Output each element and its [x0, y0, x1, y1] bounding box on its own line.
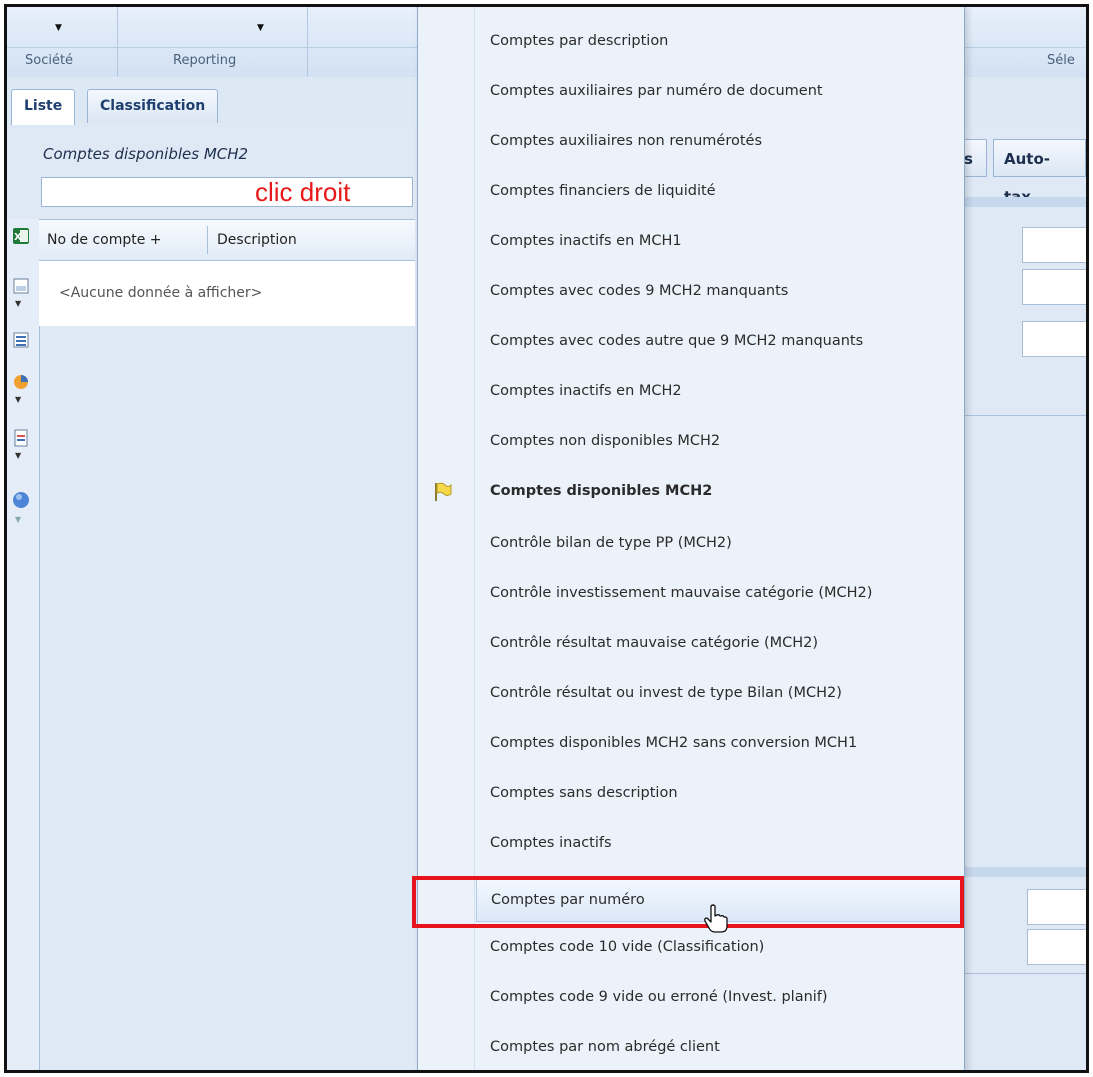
excel-icon[interactable]: X — [12, 227, 30, 245]
menu-item[interactable]: Comptes non disponibles MCH2 — [476, 421, 962, 461]
right-field-1[interactable] — [1022, 227, 1086, 263]
column-header-description[interactable]: Description — [217, 232, 297, 248]
menu-item[interactable]: Contrôle bilan de type PP (MCH2) — [476, 523, 962, 563]
right-field-3[interactable] — [1022, 321, 1086, 357]
tab-classification[interactable]: Classification — [87, 89, 219, 123]
grid-body: <Aucune donnée à afficher> — [39, 261, 415, 326]
right-field-4[interactable] — [1027, 889, 1086, 925]
menu-item[interactable]: Contrôle résultat ou invest de type Bila… — [476, 673, 962, 713]
menu-item[interactable]: Comptes avec codes autre que 9 MCH2 manq… — [476, 321, 962, 361]
ribbon-label-selection[interactable]: Séle — [1047, 53, 1075, 68]
column-header-account-number[interactable]: No de compte + — [47, 232, 162, 248]
app-window: ▼ Société ▼ Reporting Séle Liste Classif… — [4, 4, 1089, 1073]
menu-item[interactable]: Comptes sans description — [476, 773, 962, 813]
column-separator[interactable] — [207, 226, 208, 254]
dropdown-arrow-icon[interactable]: ▼ — [55, 23, 62, 33]
menu-item[interactable]: Comptes inactifs en MCH1 — [476, 221, 962, 261]
menu-item[interactable]: Contrôle résultat mauvaise catégorie (MC… — [476, 623, 962, 663]
globe-icon[interactable] — [12, 491, 30, 509]
dropdown-arrow-icon[interactable]: ▼ — [15, 451, 21, 460]
section-bar — [963, 867, 1086, 877]
section-bar — [963, 197, 1086, 207]
menu-item[interactable]: Comptes par nom abrégé client — [476, 1027, 962, 1067]
menu-item[interactable]: Comptes auxiliaires non renumérotés — [476, 121, 962, 161]
grid-header: No de compte + Description — [39, 219, 415, 261]
menu-item[interactable]: Comptes par description — [476, 21, 962, 61]
section-divider — [963, 973, 1086, 974]
menu-item[interactable]: Comptes code 9 vide ou erroné (Invest. p… — [476, 977, 962, 1017]
dropdown-arrow-icon[interactable]: ▼ — [15, 395, 21, 404]
right-field-2[interactable] — [1022, 269, 1086, 305]
menu-item[interactable]: Comptes financiers de liquidité — [476, 171, 962, 211]
empty-message: <Aucune donnée à afficher> — [59, 285, 263, 301]
menu-item[interactable]: Comptes avec codes 9 MCH2 manquants — [476, 271, 962, 311]
dropdown-arrow-icon[interactable]: ▼ — [15, 515, 21, 524]
panel-title: Comptes disponibles MCH2 — [43, 145, 249, 163]
report-icon[interactable] — [12, 429, 30, 447]
menu-item[interactable]: Comptes auxiliaires par numéro de docume… — [476, 71, 962, 111]
flag-icon — [435, 482, 452, 501]
ribbon-label-reporting[interactable]: Reporting — [173, 53, 236, 68]
menu-item[interactable]: Contrôle investissement mauvaise catégor… — [476, 573, 962, 613]
dropdown-arrow-icon[interactable]: ▼ — [15, 299, 21, 308]
menu-item[interactable]: Comptes inactifs en MCH2 — [476, 371, 962, 411]
right-field-5[interactable] — [1027, 929, 1086, 965]
ribbon-label-societe[interactable]: Société — [25, 53, 73, 68]
annotation-right-click: clic droit — [255, 177, 351, 207]
highlight-box — [412, 876, 964, 928]
menu-item-current[interactable]: Comptes disponibles MCH2 — [476, 471, 962, 511]
menu-item[interactable]: Comptes disponibles MCH2 sans conversion… — [476, 723, 962, 763]
dropdown-arrow-icon[interactable]: ▼ — [257, 23, 264, 33]
menu-item[interactable]: Comptes inactifs — [476, 823, 962, 863]
chart-icon[interactable] — [12, 373, 30, 391]
section-divider — [963, 415, 1086, 416]
svg-text:X: X — [14, 232, 22, 243]
ribbon-group-reporting: ▼ Reporting — [117, 7, 308, 77]
tab-auto-tax[interactable]: Auto-tax — [993, 139, 1086, 206]
hand-cursor-icon — [704, 904, 728, 933]
print-icon[interactable] — [12, 277, 30, 295]
tab-liste[interactable]: Liste — [11, 89, 76, 125]
ribbon-group-societe: ▼ Société — [7, 7, 118, 77]
list-view-icon[interactable] — [12, 331, 30, 349]
left-toolbar: X ▼ ▼ ▼ ▼ — [7, 219, 40, 1070]
filter-input[interactable] — [41, 177, 413, 207]
